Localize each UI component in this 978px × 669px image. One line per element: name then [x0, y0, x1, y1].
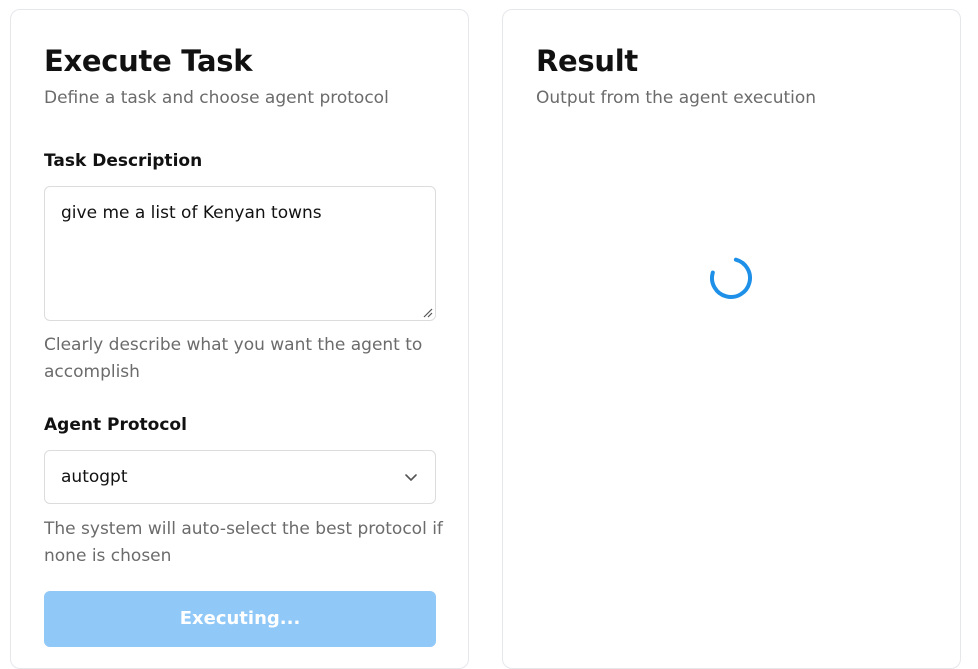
- agent-protocol-label: Agent Protocol: [44, 415, 187, 435]
- execute-task-subtitle: Define a task and choose agent protocol: [44, 88, 389, 108]
- task-description-value: give me a list of Kenyan towns: [61, 203, 322, 223]
- task-description-label: Task Description: [44, 151, 203, 171]
- agent-protocol-select[interactable]: autogpt: [44, 450, 436, 504]
- resize-grip-icon[interactable]: [421, 306, 433, 318]
- loading-spinner-icon: [710, 257, 752, 299]
- result-card: Result Output from the agent execution: [502, 9, 961, 669]
- result-title: Result: [536, 44, 638, 78]
- task-description-help: Clearly describe what you want the agent…: [44, 335, 423, 382]
- execute-button[interactable]: Executing...: [44, 591, 436, 647]
- result-subtitle: Output from the agent execution: [536, 88, 817, 108]
- agent-protocol-help: The system will auto-select the best pro…: [44, 519, 443, 566]
- chevron-down-icon: [405, 474, 417, 481]
- execute-task-title: Execute Task: [44, 44, 253, 78]
- execute-task-card: Execute Task Define a task and choose ag…: [10, 9, 469, 669]
- task-description-input[interactable]: give me a list of Kenyan towns: [44, 186, 436, 321]
- agent-protocol-value: autogpt: [61, 467, 128, 487]
